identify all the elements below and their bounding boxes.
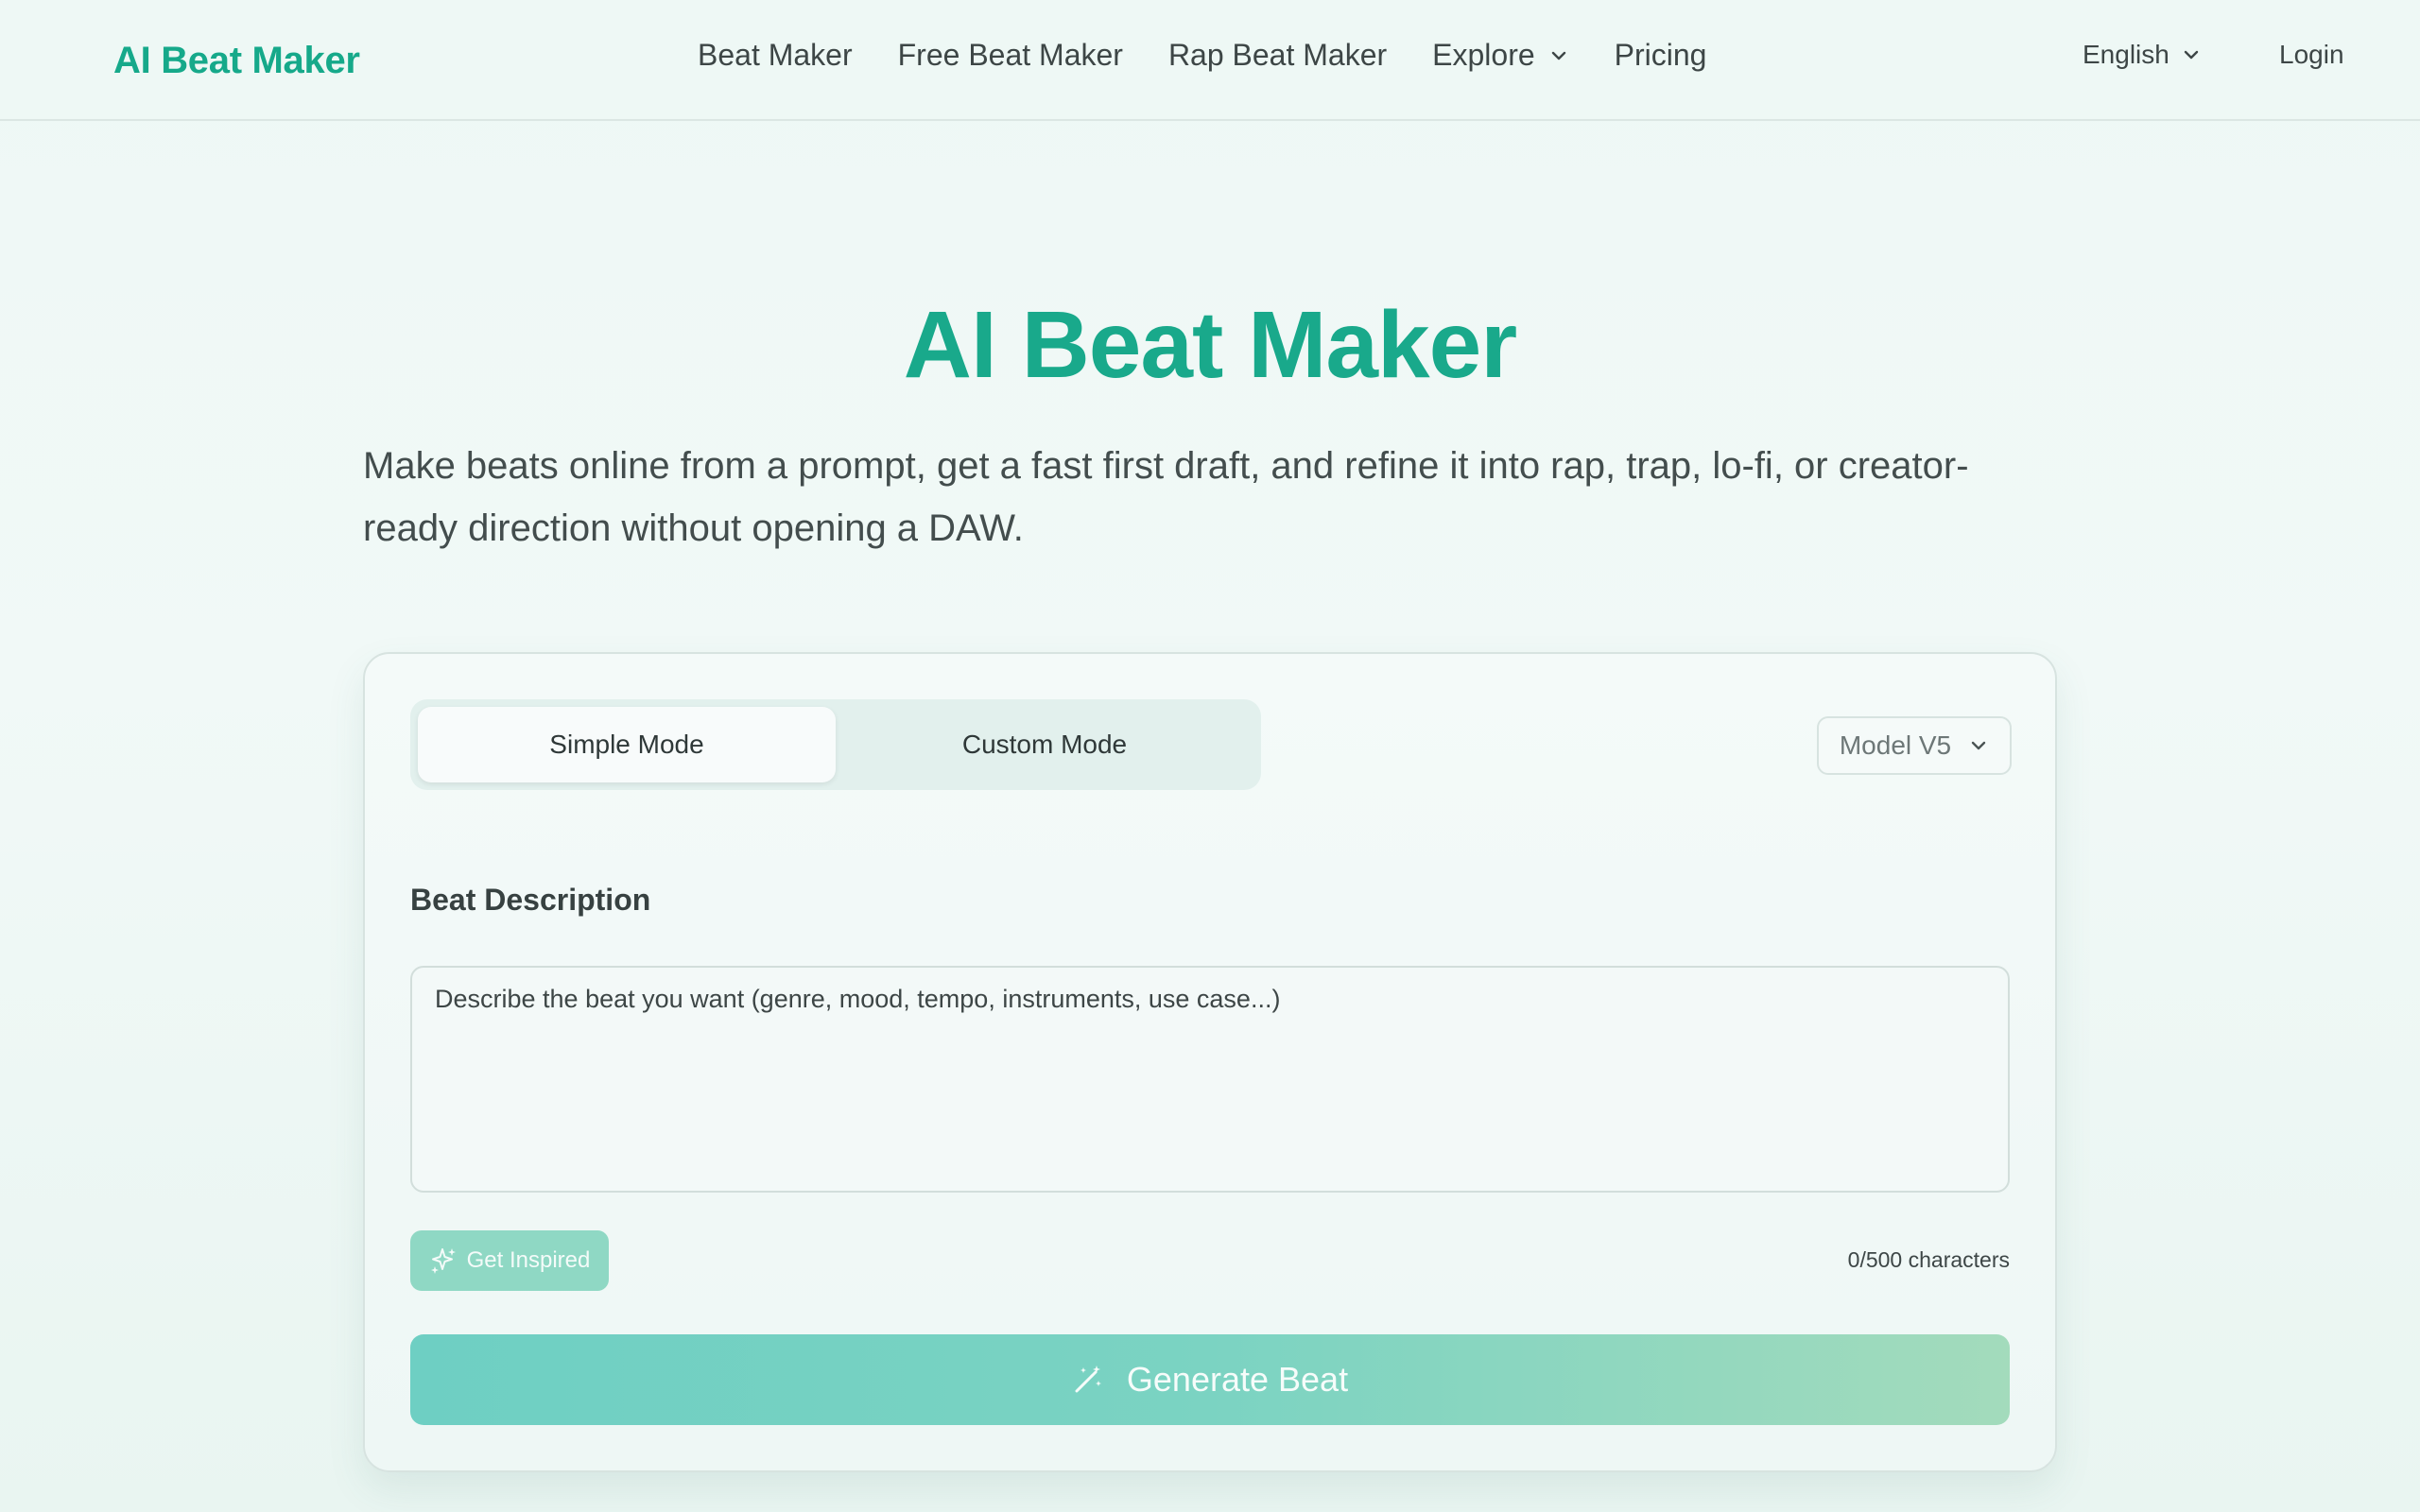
- generate-beat-button[interactable]: Generate Beat: [410, 1334, 2010, 1425]
- get-inspired-button[interactable]: Get Inspired: [410, 1230, 609, 1291]
- page-title: AI Beat Maker: [903, 292, 1517, 398]
- chevron-down-icon: [2184, 50, 2199, 60]
- nav-link-free-beat-maker[interactable]: Free Beat Maker: [898, 38, 1123, 73]
- main-menu: Beat Maker Free Beat Maker Rap Beat Make…: [698, 38, 1706, 73]
- mode-toggle: Simple Mode Custom Mode: [410, 699, 1261, 790]
- nav-link-explore[interactable]: Explore: [1432, 38, 1569, 73]
- tab-custom-mode[interactable]: Custom Mode: [836, 707, 1253, 782]
- nav-link-explore-label: Explore: [1432, 38, 1535, 72]
- language-label: English: [2083, 40, 2169, 69]
- nav-link-pricing[interactable]: Pricing: [1615, 38, 1707, 73]
- top-nav: AI Beat Maker Beat Maker Free Beat Maker…: [0, 0, 2420, 121]
- language-selector[interactable]: English: [2083, 40, 2202, 70]
- magic-wand-icon: [1075, 1366, 1101, 1393]
- nav-link-rap-beat-maker[interactable]: Rap Beat Maker: [1168, 38, 1387, 73]
- sparkles-icon: [430, 1248, 456, 1274]
- model-select[interactable]: Model V5: [1817, 716, 2012, 775]
- generate-beat-label: Generate Beat: [1126, 1360, 1349, 1399]
- character-counter: 0/500 characters: [1847, 1247, 2010, 1272]
- beat-generator-card: Simple Mode Custom Mode Model V5 Beat De…: [363, 652, 2057, 1472]
- get-inspired-label: Get Inspired: [466, 1247, 591, 1273]
- nav-link-beat-maker[interactable]: Beat Maker: [698, 38, 853, 73]
- page-subtitle: Make beats online from a prompt, get a f…: [363, 445, 1969, 549]
- waveform-icon: [47, 40, 96, 83]
- login-button[interactable]: Login: [2279, 40, 2344, 70]
- brand-link[interactable]: AI Beat Maker: [45, 34, 360, 87]
- chevron-down-icon: [1971, 741, 1986, 750]
- beat-description-label: Beat Description: [410, 883, 651, 917]
- chevron-down-icon: [1551, 51, 1565, 60]
- model-select-value: Model V5: [1839, 730, 1952, 760]
- brand-name: AI Beat Maker: [113, 39, 360, 81]
- tab-simple-mode[interactable]: Simple Mode: [418, 707, 836, 782]
- beat-description-input[interactable]: [410, 966, 2010, 1193]
